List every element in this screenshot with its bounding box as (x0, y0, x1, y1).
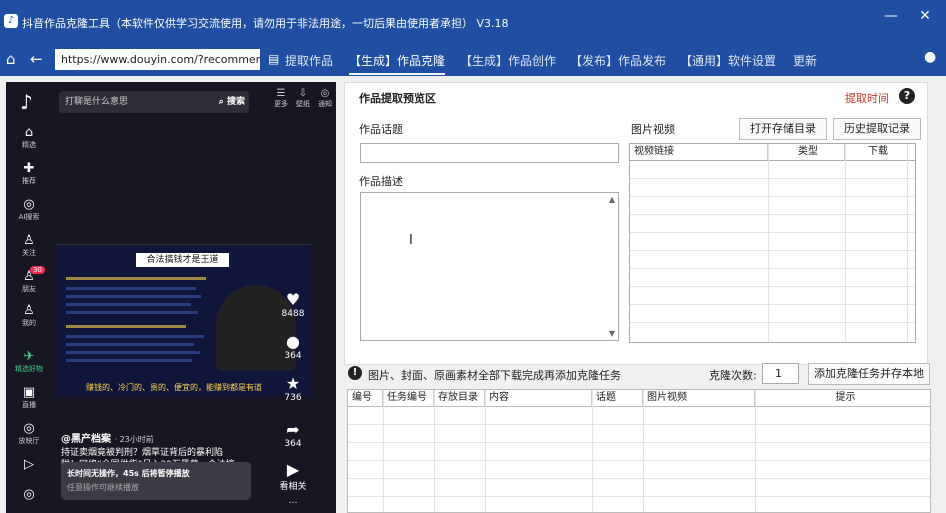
scroll-down-icon[interactable]: ▼ (609, 329, 615, 338)
open-dir-button[interactable]: 打开存储目录 (739, 118, 827, 140)
idle-toast: 长时间无操作，45s 后将暂停播放 任意操作可继续播放 (61, 462, 251, 500)
side-item-settings[interactable]: ◎ (6, 488, 52, 502)
poster-caption: 赚钱的、冷门的、贵的、便宜的，能赚到都是有道 (86, 383, 262, 392)
media-table[interactable]: 视频链接 类型 下载 (629, 143, 916, 343)
menu-settings[interactable]: 【通用】软件设置 (680, 52, 776, 69)
home-icon[interactable]: ⌂ (6, 50, 16, 68)
menu-publish[interactable]: 【发布】作品发布 (570, 52, 666, 69)
task-col-tip: 提示 (835, 392, 856, 403)
task-col-dir: 存放目录 (434, 390, 485, 406)
like-button[interactable]: ♥ 8488 (278, 290, 308, 319)
preview-panel: 作品提取预览区 提取时间 ? 作品话题 作品描述 ▲ ▼ I 图片视频 打开存储… (344, 82, 928, 365)
extract-icon: ▤ (268, 52, 280, 66)
scroll-up-icon[interactable]: ▲ (609, 195, 615, 204)
title-bar: ♪ 抖音作品克隆工具（本软件仅供学习交流使用，请勿用于非法用途，一切后果由使用者… (0, 0, 946, 44)
douyin-logo-icon: ♪ (20, 90, 33, 114)
douyin-search-input[interactable]: 打聊是什么意思 ⌕ 搜索 (59, 91, 249, 113)
notice-text: 图片、封面、原画素材全部下载完成再添加克隆任务 (368, 369, 621, 382)
app-logo-icon: ♪ (4, 14, 18, 28)
media-label: 图片视频 (631, 123, 675, 136)
menu-create[interactable]: 【生成】作品创作 (460, 52, 556, 69)
clone-count-label: 克隆次数: (709, 369, 757, 382)
nav-bar: ⌂ ← https://www.douyin.com/?recommenc ▤ … (0, 44, 946, 76)
favorite-button[interactable]: ★ 736 (278, 374, 308, 403)
related-button[interactable]: ▶ 看相关 (278, 460, 308, 492)
preview-title: 作品提取预览区 (359, 92, 436, 105)
menu-update[interactable]: 更新 (793, 52, 817, 69)
media-col-link: 视频链接 (630, 144, 768, 160)
side-item-misc[interactable]: ▷ (6, 458, 52, 472)
friends-badge: 30 (30, 266, 45, 274)
topic-input[interactable] (360, 143, 619, 163)
back-icon[interactable]: ← (30, 50, 43, 68)
task-col-media: 图片视频 (643, 390, 755, 406)
side-item-goods[interactable]: ✈ 精选好物 (6, 350, 52, 374)
text-cursor-icon: I (409, 233, 413, 248)
window-title: 抖音作品克隆工具（本软件仅供学习交流使用，请勿用于非法用途，一切后果由使用者承担… (22, 17, 509, 30)
notice-icon: ! (348, 366, 362, 380)
side-item-featured[interactable]: ⌂ 精选 (6, 126, 52, 150)
collapse-icon[interactable]: ● (924, 49, 936, 65)
history-button[interactable]: 历史提取记录 (833, 118, 921, 140)
menu-clone[interactable]: 【生成】作品克隆 (349, 52, 446, 75)
comment-button[interactable]: ● 364 (278, 332, 308, 361)
task-table[interactable]: 编号 任务编号 存放目录 内容 话题 图片视频 提示 (347, 389, 931, 513)
douyin-browser[interactable]: ♪ ⌂ 精选 ✚ 推荐 ◎ AI搜索 ♙ 关注 ♙ 朋友 30 ♙ 我的 ✈ 精选好物 ▣ 直播… (6, 82, 336, 513)
desc-textarea[interactable]: ▲ ▼ I (360, 192, 619, 341)
help-icon[interactable]: ? (899, 88, 915, 104)
task-col-topic: 话题 (592, 390, 643, 406)
side-item-live[interactable]: ▣ 直播 (6, 386, 52, 410)
task-col-id: 编号 (348, 390, 383, 406)
more-button[interactable]: … (278, 496, 308, 506)
side-item-ai-search[interactable]: ◎ AI搜索 (6, 198, 52, 222)
douyin-search-button[interactable]: ⌕ 搜索 (219, 91, 245, 113)
video-author[interactable]: @黑产档案 · 23小时前 (61, 430, 154, 445)
add-task-button[interactable]: 添加克隆任务并存本地 (808, 363, 930, 385)
menu-extract[interactable]: 提取作品 (285, 52, 333, 69)
close-button[interactable]: ✕ (910, 8, 940, 24)
top-wallpaper[interactable]: ⇩ 壁纸 (296, 88, 310, 109)
top-notify[interactable]: ◎ 通知 (318, 88, 332, 109)
task-col-content: 内容 (485, 390, 592, 406)
poster-title: 合法搞钱才是王道 (136, 253, 229, 267)
douyin-sidebar: ♪ ⌂ 精选 ✚ 推荐 ◎ AI搜索 ♙ 关注 ♙ 朋友 30 ♙ 我的 ✈ 精选好物 ▣ 直播… (6, 82, 52, 513)
share-button[interactable]: ➦ 364 (278, 420, 308, 449)
side-item-mine[interactable]: ♙ 我的 (6, 304, 52, 328)
top-more[interactable]: ☰ 更多 (274, 88, 288, 109)
side-item-recommend[interactable]: ✚ 推荐 (6, 162, 52, 186)
topic-label: 作品话题 (359, 123, 403, 136)
clone-count-input[interactable]: 1 (762, 363, 799, 384)
media-col-download: 下载 (868, 146, 888, 157)
task-col-task-id: 任务编号 (383, 390, 434, 406)
side-item-follow[interactable]: ♙ 关注 (6, 234, 52, 258)
video-poster[interactable]: 合法搞钱才是王道 赚钱的、冷门的、贵的、便宜的，能赚到都是有道 (56, 244, 311, 396)
side-item-friends[interactable]: ♙ 朋友 (6, 270, 52, 294)
media-col-type: 类型 (768, 144, 845, 160)
extract-time-link[interactable]: 提取时间 (845, 90, 889, 106)
minimize-button[interactable]: — (876, 8, 906, 24)
side-item-cinema[interactable]: ◎ 放映厅 (6, 422, 52, 446)
url-input[interactable]: https://www.douyin.com/?recommenc (55, 49, 260, 70)
desc-label: 作品描述 (359, 175, 403, 188)
